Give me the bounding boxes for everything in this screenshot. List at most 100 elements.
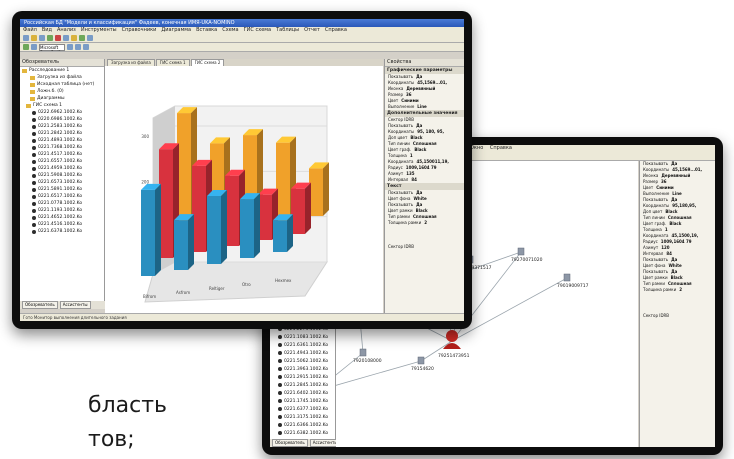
tree-node-label: Диаграммы bbox=[37, 96, 65, 101]
menu-item[interactable]: Анализ bbox=[57, 27, 76, 33]
phone-icon bbox=[278, 383, 282, 387]
tree-entry[interactable]: 0221.5062.1002.Ko bbox=[270, 357, 335, 365]
menu-item[interactable]: Таблицы bbox=[276, 27, 299, 33]
property-section-head[interactable]: Графические параметры bbox=[385, 67, 464, 74]
font-select[interactable]: Microsoft Sans Serif bbox=[39, 43, 65, 51]
front-toolbar-1 bbox=[20, 34, 464, 43]
italic-icon[interactable] bbox=[75, 44, 81, 50]
tree-entry[interactable]: 0221.2915.1002.Ko bbox=[270, 373, 335, 381]
print-icon[interactable] bbox=[47, 35, 53, 41]
tree-entry[interactable]: 0221.6366.1002.Ko bbox=[270, 421, 335, 429]
tree-entry[interactable]: 0221.1083.1002.Ko bbox=[270, 333, 335, 341]
menu-item[interactable]: ГИС схема bbox=[244, 27, 272, 33]
caption-line-2: тов; bbox=[88, 427, 135, 452]
tree-entry[interactable]: 0221.5891.1002.Ko bbox=[20, 186, 104, 193]
document-tab[interactable]: Загрузка из файла bbox=[107, 59, 155, 66]
open-icon[interactable] bbox=[31, 35, 37, 41]
menu-item[interactable]: Инструменты bbox=[81, 27, 117, 33]
tree-node[interactable]: ГИС схема 1 bbox=[20, 102, 104, 109]
table-icon[interactable] bbox=[31, 44, 37, 50]
tree-entry[interactable]: 0221.7368.1002.Ko bbox=[20, 144, 104, 151]
tree-node[interactable]: Исходная таблица (нет) bbox=[20, 81, 104, 88]
tree-entry[interactable]: 0221.3175.1002.Ko bbox=[270, 413, 335, 421]
person-label: 79251473951 bbox=[438, 353, 470, 359]
menu-item[interactable]: Файл bbox=[23, 27, 37, 33]
redo-icon[interactable] bbox=[87, 35, 93, 41]
caption-line-1: бласть bbox=[88, 393, 167, 418]
menu-item[interactable]: Вид bbox=[42, 27, 52, 33]
tree-entry[interactable]: 0221.6557.1002.Ko bbox=[20, 158, 104, 165]
tree-entry[interactable]: 0221.1193.1002.Ko bbox=[20, 207, 104, 214]
tree-entry[interactable]: 0221.4517.1002.Ko bbox=[20, 151, 104, 158]
property-name: Толщина рамки bbox=[388, 220, 422, 225]
bar bbox=[174, 220, 188, 270]
tree-entry[interactable]: 0221.6377.1002.Ko bbox=[270, 405, 335, 413]
menu-item[interactable]: Справочники bbox=[122, 27, 157, 33]
menu-item[interactable]: Диаграмма bbox=[161, 27, 191, 33]
tree-entry[interactable]: 0221.2842.1002.Ko bbox=[20, 130, 104, 137]
tree-entry[interactable]: 0221.6361.1002.Ko bbox=[270, 341, 335, 349]
tree-entry[interactable]: 0222.6962.1002.Ko bbox=[20, 109, 104, 116]
tree-entry[interactable]: 0221.0778.1002.Ko bbox=[20, 200, 104, 207]
cut-icon[interactable] bbox=[55, 35, 61, 41]
tree-node[interactable]: Расследование 1 bbox=[20, 67, 104, 74]
menu-item[interactable]: Справка bbox=[325, 27, 347, 33]
tree-entry[interactable]: 0221.6382.1002.Ko bbox=[270, 429, 335, 437]
tree-entry-label: 0221.0778.1002.Ko bbox=[38, 201, 83, 206]
undo-icon[interactable] bbox=[79, 35, 85, 41]
tree-entry[interactable]: 0221.6378.1002.Ko bbox=[20, 228, 104, 235]
tree-entry[interactable]: 0221.2583.1002.Ko bbox=[20, 123, 104, 130]
menu-item-help[interactable]: Справка bbox=[490, 145, 512, 151]
tree-entry[interactable]: 0221.1745.1002.Ko bbox=[270, 397, 335, 405]
property-row[interactable]: Толщина рамки 2 bbox=[640, 287, 715, 293]
tree-entry[interactable]: 0220.6986.1002.Ko bbox=[20, 116, 104, 123]
save-icon[interactable] bbox=[39, 35, 45, 41]
y-tick-label: 200 bbox=[141, 179, 149, 184]
menu-item[interactable]: Схема bbox=[222, 27, 238, 33]
phone-icon bbox=[278, 351, 282, 355]
tree-entry[interactable]: 0221.2845.1002.Ko bbox=[270, 381, 335, 389]
tab-explorer[interactable]: Обозреватель bbox=[272, 439, 308, 447]
document-tab[interactable]: ГИС схема 1 bbox=[155, 59, 190, 66]
bar-chart-3d[interactable]: 0100200300BifromAsfromReltigerOtroHexmex bbox=[105, 66, 383, 315]
tree-entry[interactable]: 0221.6517.1002.Ko bbox=[20, 193, 104, 200]
tree-entry[interactable]: 0221.6402.1002.Ko bbox=[270, 389, 335, 397]
bar bbox=[291, 188, 305, 234]
tree-entry[interactable]: 0221.4652.1002.Ko bbox=[20, 214, 104, 221]
tree-entry[interactable]: 0221.5908.1002.Ko bbox=[20, 172, 104, 179]
tree-entry-label: 0221.4517.1002.Ko bbox=[38, 152, 83, 157]
tree-node[interactable]: Диаграммы bbox=[20, 95, 104, 102]
tree-entry[interactable]: 0221.3963.1002.Ko bbox=[270, 365, 335, 373]
properties-title: Свойства bbox=[385, 59, 464, 67]
tree-node-label: Ложн.б. (0) bbox=[37, 89, 64, 94]
tab-explorer[interactable]: Обозреватель bbox=[22, 301, 58, 309]
tree-entry-label: 0221.4959.1002.Ko bbox=[38, 166, 83, 171]
tree-entry[interactable]: 0221.4893.1002.Ko bbox=[20, 137, 104, 144]
tree-entry[interactable]: 0221.4959.1002.Ko bbox=[20, 165, 104, 172]
tree-node[interactable]: Ложн.б. (0) bbox=[20, 88, 104, 95]
phone-icon bbox=[32, 117, 36, 122]
property-section-head[interactable]: Текст bbox=[385, 183, 464, 190]
bold-icon[interactable] bbox=[67, 44, 73, 50]
copy-icon[interactable] bbox=[63, 35, 69, 41]
new-icon[interactable] bbox=[23, 35, 29, 41]
underline-icon[interactable] bbox=[83, 44, 89, 50]
menu-item[interactable]: Отчет bbox=[304, 27, 320, 33]
tree-entry[interactable]: 0221.4516.1002.Ko bbox=[20, 221, 104, 228]
property-row[interactable]: Толщина рамки 2 bbox=[385, 220, 464, 226]
device-label: 79019009717 bbox=[557, 283, 589, 289]
bar-side bbox=[305, 182, 311, 234]
document-tab[interactable]: ГИС схема 2 bbox=[190, 59, 225, 66]
tab-assistants[interactable]: Ассистенты bbox=[59, 301, 91, 309]
phone-icon bbox=[32, 180, 36, 185]
tree-entry-label: 0221.6382.1002.Ko bbox=[284, 430, 329, 436]
tree-entry[interactable]: 0221.4943.1002.Ko bbox=[270, 349, 335, 357]
menu-item[interactable]: Вставка bbox=[196, 27, 217, 33]
property-section-head[interactable]: Дополнительные значения bbox=[385, 110, 464, 117]
tree-entry[interactable]: 0221.6573.1002.Ko bbox=[20, 179, 104, 186]
explorer-tree: Расследование 1 Загрузка из файла Исходная… bbox=[20, 67, 104, 235]
chart-icon[interactable] bbox=[23, 44, 29, 50]
device-label: 79270071020 bbox=[511, 257, 543, 263]
paste-icon[interactable] bbox=[71, 35, 77, 41]
tree-node[interactable]: Загрузка из файла bbox=[20, 74, 104, 81]
